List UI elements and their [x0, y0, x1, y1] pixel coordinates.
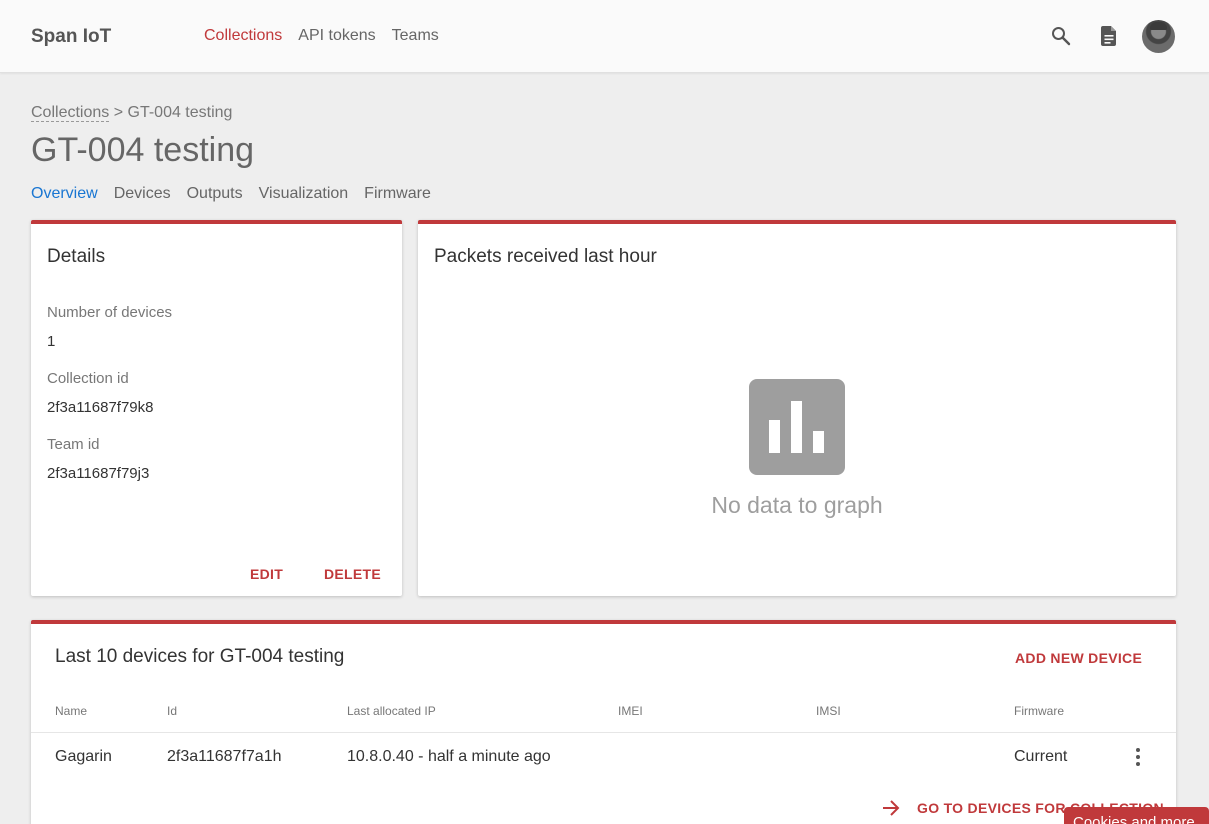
page-title: GT-004 testing — [31, 131, 255, 169]
packets-card: Packets received last hour No data to gr… — [418, 220, 1176, 596]
device-name[interactable]: Gagarin — [55, 748, 112, 766]
column-header-imei: IMEI — [618, 704, 643, 718]
breadcrumb: Collections > GT-004 testing — [31, 104, 232, 122]
column-header-imsi: IMSI — [816, 704, 841, 718]
column-header-name: Name — [55, 704, 88, 718]
nav-teams[interactable]: Teams — [392, 27, 439, 45]
add-new-device-button[interactable]: ADD NEW DEVICE — [1015, 650, 1142, 666]
tab-visualization[interactable]: Visualization — [259, 185, 349, 203]
no-data-message: No data to graph — [711, 492, 883, 518]
collection-id-value: 2f3a11687f79k8 — [47, 399, 154, 416]
brand-logo[interactable]: Span IoT — [31, 26, 111, 48]
arrow-right-icon — [883, 800, 900, 816]
top-app-bar: Span IoT Collections API tokens Teams — [0, 0, 1209, 73]
search-icon[interactable] — [1049, 24, 1073, 48]
number-of-devices-label: Number of devices — [47, 304, 173, 321]
details-card: Details Number of devices 1 Collection i… — [31, 220, 402, 596]
collection-id-label: Collection id — [47, 370, 129, 387]
devices-card: Last 10 devices for GT-004 testing ADD N… — [31, 620, 1176, 824]
column-header-firmware: Firmware — [1014, 704, 1064, 718]
main-nav: Collections API tokens Teams — [204, 27, 439, 45]
team-id-value: 2f3a11687f79j3 — [47, 465, 150, 482]
device-firmware: Current — [1014, 748, 1068, 765]
packets-title: Packets received last hour — [434, 246, 657, 267]
device-ip: 10.8.0.40 - half a minute ago — [347, 748, 551, 765]
tab-outputs[interactable]: Outputs — [187, 185, 243, 203]
collection-tabs: Overview Devices Outputs Visualization F… — [31, 185, 431, 203]
details-title: Details — [47, 246, 106, 267]
tab-overview[interactable]: Overview — [31, 185, 98, 203]
number-of-devices-value: 1 — [47, 333, 56, 350]
delete-button[interactable]: DELETE — [324, 566, 381, 582]
avatar[interactable] — [1142, 20, 1175, 53]
devices-title: Last 10 devices for GT-004 testing — [55, 646, 345, 667]
edit-button[interactable]: EDIT — [250, 566, 283, 582]
tab-firmware[interactable]: Firmware — [364, 185, 431, 203]
breadcrumb-separator: > — [109, 104, 128, 121]
nav-collections[interactable]: Collections — [204, 27, 282, 45]
device-id: 2f3a11687f7a1h — [167, 748, 282, 765]
more-vert-icon[interactable] — [1129, 746, 1147, 768]
column-header-id: Id — [167, 704, 178, 718]
breadcrumb-collections-link[interactable]: Collections — [31, 104, 110, 122]
document-icon[interactable] — [1097, 24, 1121, 48]
tab-devices[interactable]: Devices — [114, 185, 171, 203]
table-divider — [31, 732, 1176, 733]
cookies-button[interactable]: Cookies and more — [1064, 807, 1209, 824]
team-id-label: Team id — [47, 436, 100, 453]
nav-api-tokens[interactable]: API tokens — [298, 27, 375, 45]
breadcrumb-current: GT-004 testing — [127, 104, 233, 121]
bar-chart-icon — [749, 379, 845, 475]
column-header-ip: Last allocated IP — [347, 704, 436, 718]
